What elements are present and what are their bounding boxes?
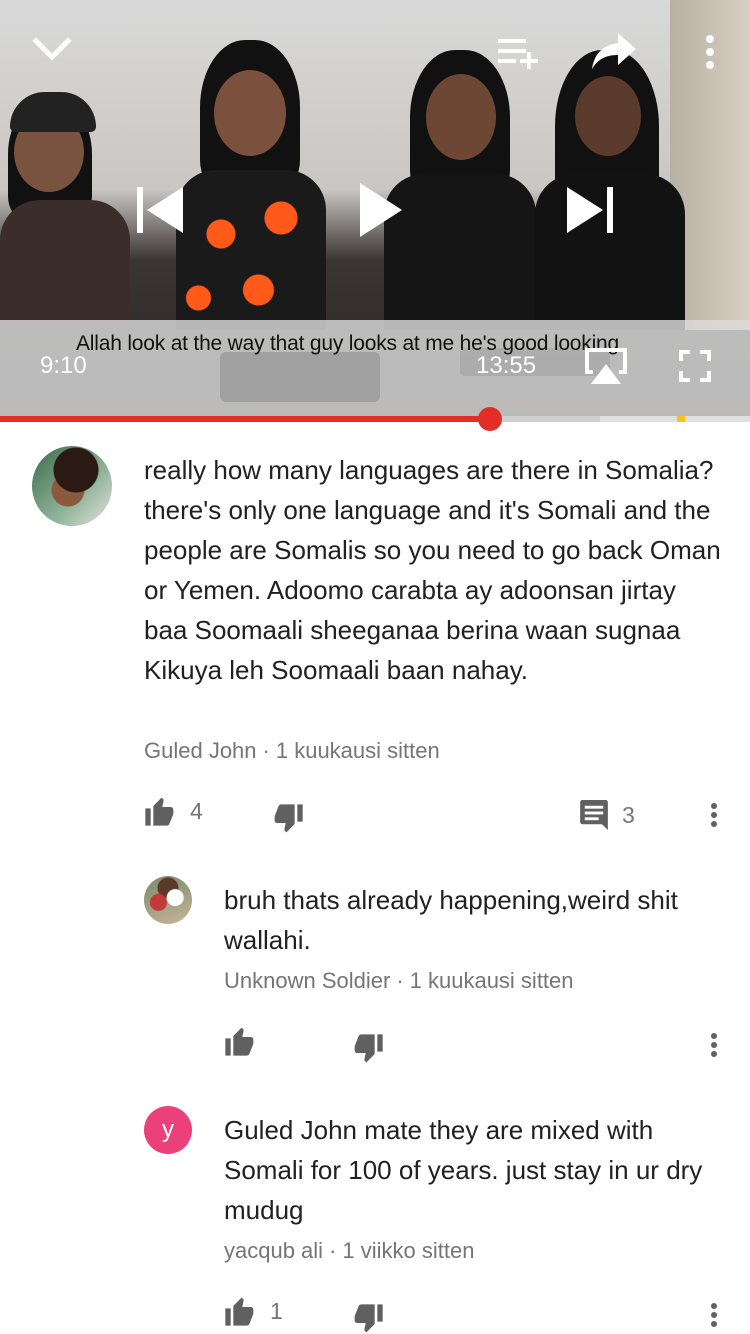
comment-author[interactable]: yacqub ali xyxy=(224,1238,323,1263)
fullscreen-icon[interactable] xyxy=(676,348,714,384)
thumb-up-icon xyxy=(145,797,174,826)
like-button[interactable]: 4 xyxy=(144,796,203,826)
more-vert-icon[interactable] xyxy=(696,30,724,74)
share-icon[interactable] xyxy=(588,28,640,74)
comment-icon xyxy=(580,800,608,830)
comment-text: bruh thats already happening,weird shit … xyxy=(224,885,678,955)
dislike-button[interactable] xyxy=(272,804,304,834)
skip-previous-icon[interactable] xyxy=(130,182,188,238)
progress-played xyxy=(0,416,490,422)
progress-scrubber-thumb[interactable] xyxy=(477,407,502,431)
video-person-2 xyxy=(170,40,330,330)
more-vert-icon[interactable] xyxy=(704,1297,724,1333)
current-time: 9:10 xyxy=(40,352,87,379)
meta-separator: · xyxy=(262,738,270,763)
like-button[interactable]: 1 xyxy=(224,1296,283,1326)
comment-meta: yacqub ali · 1 viikko sitten xyxy=(224,1238,474,1264)
comment-meta: Guled John · 1 kuukausi sitten xyxy=(144,738,440,764)
video-player[interactable]: Allah look at the way that guy looks at … xyxy=(0,0,750,420)
comment-time: 1 kuukausi sitten xyxy=(275,738,440,763)
avatar[interactable] xyxy=(32,446,112,526)
play-icon[interactable] xyxy=(350,176,410,244)
thumb-down-icon xyxy=(354,1034,383,1063)
progress-ad-marker xyxy=(677,416,685,422)
video-caption: Allah look at the way that guy looks at … xyxy=(76,332,620,355)
like-button[interactable] xyxy=(224,1026,270,1056)
comment-author[interactable]: Guled John xyxy=(144,738,257,763)
meta-separator: · xyxy=(329,1238,337,1263)
add-to-queue-icon[interactable] xyxy=(494,32,542,72)
meta-separator: · xyxy=(396,968,404,993)
reply-count: 3 xyxy=(622,801,635,828)
like-count: 1 xyxy=(270,1297,283,1324)
thumb-down-icon xyxy=(354,1304,383,1333)
like-count: 4 xyxy=(190,797,203,824)
dislike-button[interactable] xyxy=(352,1304,384,1334)
comment-text: Guled John mate they are mixed with Soma… xyxy=(224,1115,703,1225)
total-time: 13:55 xyxy=(476,352,537,379)
comment-text: really how many languages are there in S… xyxy=(144,455,721,685)
video-progress-bar[interactable] xyxy=(0,407,750,431)
chevron-down-icon[interactable] xyxy=(30,30,74,70)
thumb-up-icon xyxy=(225,1297,254,1326)
avatar[interactable]: y xyxy=(144,1106,192,1154)
thumb-down-icon xyxy=(274,804,303,833)
reply-button[interactable]: 3 xyxy=(580,800,635,830)
comment-meta: Unknown Soldier · 1 kuukausi sitten xyxy=(224,968,574,994)
airplay-icon[interactable] xyxy=(582,344,630,388)
more-vert-icon[interactable] xyxy=(704,797,724,833)
more-vert-icon[interactable] xyxy=(704,1027,724,1063)
dislike-button[interactable] xyxy=(352,1034,384,1064)
comment-time: 1 kuukausi sitten xyxy=(409,968,574,993)
skip-next-icon[interactable] xyxy=(562,182,620,238)
avatar-letter: y xyxy=(162,1116,174,1143)
thumb-up-icon xyxy=(225,1027,254,1056)
avatar[interactable] xyxy=(144,876,192,924)
comment-author[interactable]: Unknown Soldier xyxy=(224,968,390,993)
video-laptop xyxy=(220,352,380,402)
comment-time: 1 viikko sitten xyxy=(342,1238,475,1263)
video-person-1 xyxy=(0,90,140,330)
